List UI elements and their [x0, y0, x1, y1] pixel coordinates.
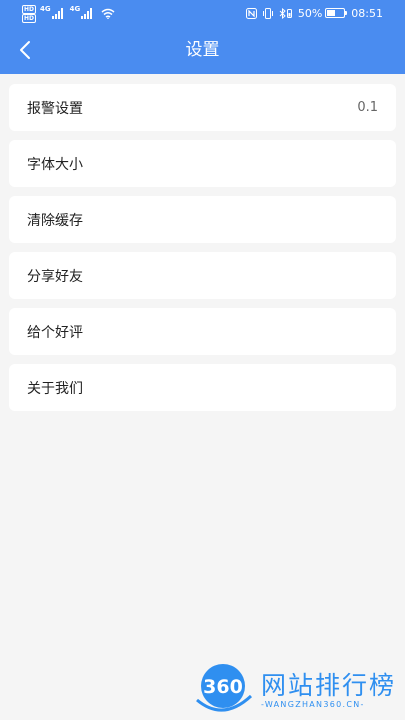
- status-bar-right: 50% 08:51: [245, 4, 383, 22]
- status-bar-left: HD HD 4G 4G: [22, 4, 115, 23]
- watermark: 360 网站排行榜 -WANGZHAN360.CN-: [193, 660, 403, 716]
- watermark-logo: 360: [196, 664, 253, 712]
- status-bar: HD HD 4G 4G 50% 08:51: [0, 0, 405, 26]
- menu-item-rate-app[interactable]: 给个好评: [9, 308, 396, 355]
- chevron-left-icon: [20, 41, 30, 59]
- hd-badges: HD HD: [22, 5, 37, 23]
- menu-item-clear-cache[interactable]: 清除缓存: [9, 196, 396, 243]
- network-type-label: 4G: [40, 5, 51, 13]
- menu-item-about-us[interactable]: 关于我们: [9, 364, 396, 411]
- menu-item-label: 分享好友: [27, 268, 83, 285]
- title-bar: 设置: [0, 26, 405, 74]
- settings-menu: 报警设置 0.1 字体大小 清除缓存 分享好友 给个好评 关于我们: [9, 84, 396, 420]
- watermark-url: -WANGZHAN360.CN-: [261, 700, 365, 709]
- top-bar: HD HD 4G 4G 50% 08:51 设置: [0, 0, 405, 74]
- menu-item-label: 给个好评: [27, 324, 83, 341]
- vibrate-icon: [262, 7, 273, 19]
- menu-item-value: 0.1: [357, 100, 378, 115]
- page-title: 设置: [185, 40, 220, 60]
- nfc-icon: [245, 7, 257, 19]
- battery-level-fill: [327, 10, 336, 16]
- hd-badge: HD: [22, 14, 37, 23]
- hd-badge: HD: [22, 5, 37, 14]
- back-button[interactable]: [10, 34, 40, 66]
- signal-icon: [81, 7, 93, 19]
- menu-item-alarm-settings[interactable]: 报警设置 0.1: [9, 84, 396, 131]
- status-clock: 08:51: [351, 6, 383, 20]
- menu-item-font-size[interactable]: 字体大小: [9, 140, 396, 187]
- menu-item-label: 清除缓存: [27, 212, 83, 229]
- wifi-icon: [101, 8, 115, 19]
- signal-icon: [51, 7, 64, 19]
- settings-screen: HD HD 4G 4G 50% 08:51 设置 报警设置 0.1 字体大小 清…: [0, 0, 405, 720]
- menu-item-share-friends[interactable]: 分享好友: [9, 252, 396, 299]
- menu-item-label: 关于我们: [27, 380, 83, 397]
- battery-icon: [325, 8, 348, 18]
- menu-item-label: 字体大小: [27, 156, 83, 173]
- watermark-logo-text: 360: [203, 676, 243, 698]
- watermark-name: 网站排行榜: [261, 671, 397, 700]
- bluetooth-battery-icon: [279, 7, 292, 19]
- battery-percent: 50%: [297, 6, 323, 20]
- menu-item-label: 报警设置: [27, 100, 83, 117]
- network-type-label: 4G: [69, 5, 81, 13]
